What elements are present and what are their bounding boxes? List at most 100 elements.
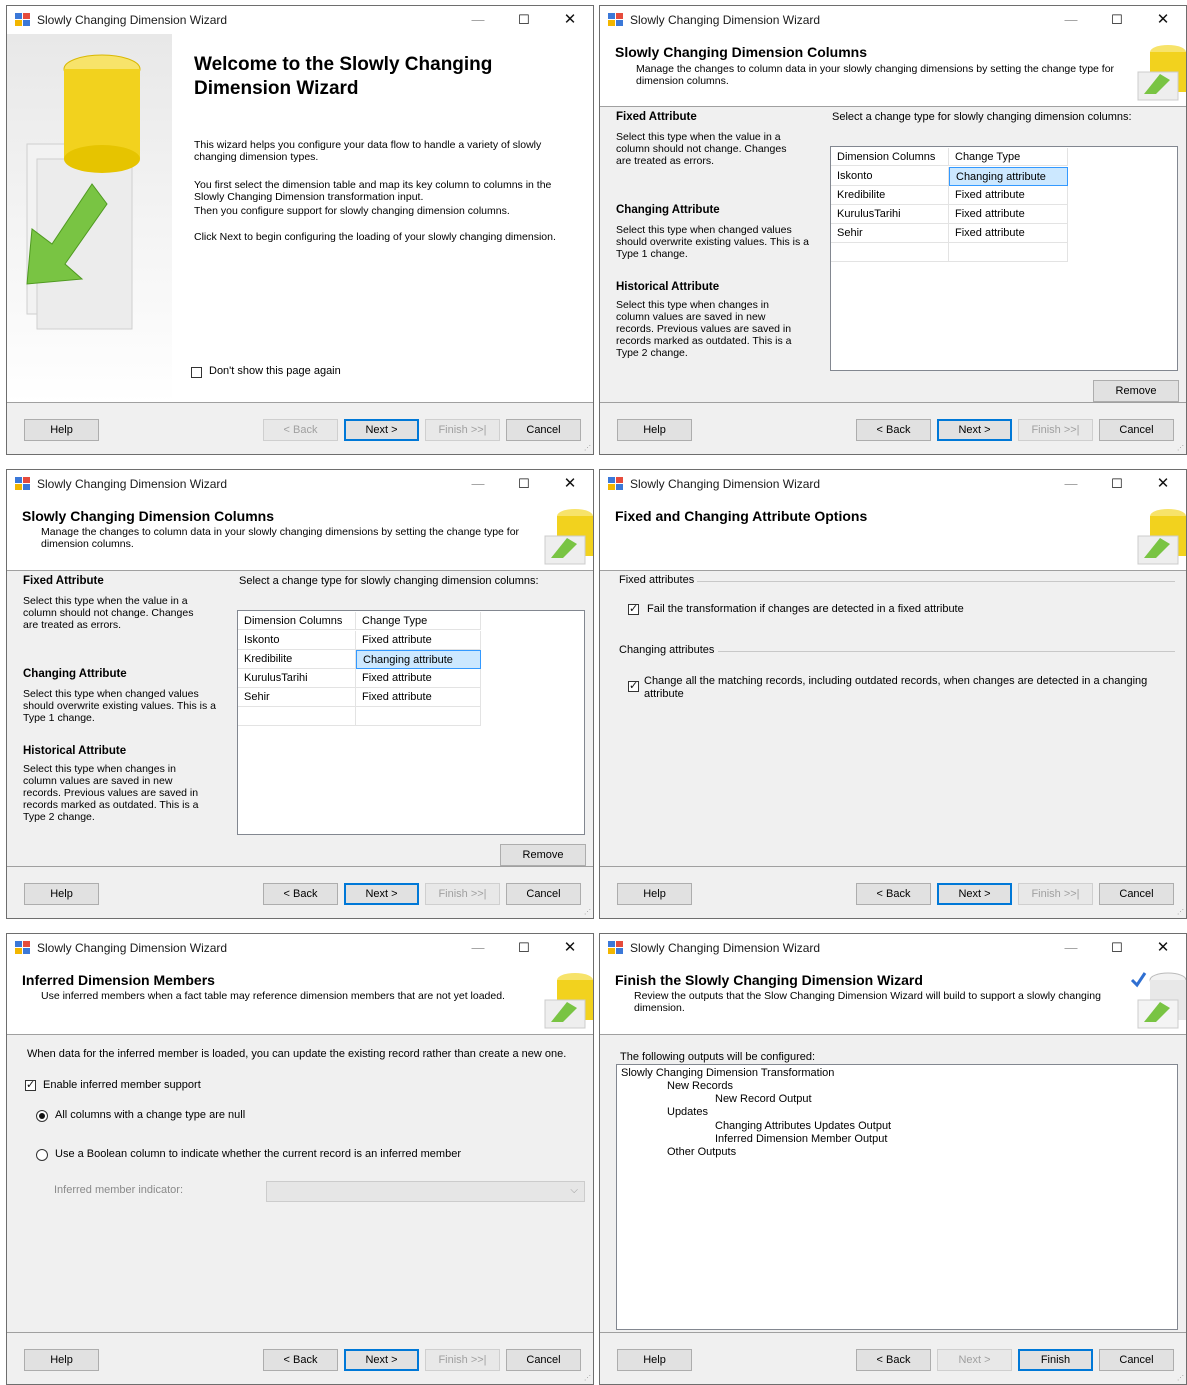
dimension-columns-grid[interactable]: Dimension Columns Change Type Iskonto Fi… <box>237 610 585 835</box>
cancel-button[interactable]: Cancel <box>1099 419 1174 441</box>
column-header-dimension[interactable]: Dimension Columns <box>238 612 356 630</box>
fail-on-fixed-change-label[interactable]: Fail the transformation if changes are d… <box>647 603 964 615</box>
finish-button[interactable]: Finish <box>1018 1349 1093 1371</box>
title-bar[interactable]: Slowly Changing Dimension Wizard — ☐ ✕ <box>7 934 593 962</box>
next-button[interactable]: Next > <box>344 419 419 441</box>
column-header-change-type[interactable]: Change Type <box>949 148 1068 166</box>
next-button[interactable]: Next > <box>344 883 419 905</box>
title-bar[interactable]: Slowly Changing Dimension Wizard — ☐ ✕ <box>600 470 1186 498</box>
resize-grip-icon[interactable]: ⋰ <box>1177 445 1185 453</box>
minimize-button[interactable]: — <box>455 6 501 34</box>
grid-new-row[interactable] <box>831 243 949 262</box>
grid-cell-column[interactable]: Kredibilite <box>238 650 356 669</box>
change-all-records-checkbox[interactable] <box>628 679 639 692</box>
back-button[interactable]: < Back <box>856 883 931 905</box>
next-button[interactable]: Next > <box>937 883 1012 905</box>
resize-grip-icon[interactable]: ⋰ <box>584 909 592 917</box>
cancel-button[interactable]: Cancel <box>1099 883 1174 905</box>
maximize-button[interactable]: ☐ <box>501 934 547 962</box>
dont-show-label[interactable]: Don't show this page again <box>209 365 341 377</box>
grid-cell-change-type[interactable]: Fixed attribute <box>949 205 1068 224</box>
column-header-change-type[interactable]: Change Type <box>356 612 481 630</box>
enable-inferred-checkbox[interactable] <box>25 1078 36 1091</box>
grid-cell-column[interactable]: Sehir <box>831 224 949 243</box>
title-bar[interactable]: Slowly Changing Dimension Wizard — ☐ ✕ <box>7 6 593 34</box>
help-button[interactable]: Help <box>617 1349 692 1371</box>
grid-cell-change-type[interactable]: Fixed attribute <box>356 669 481 688</box>
minimize-button[interactable]: — <box>1048 934 1094 962</box>
back-button[interactable]: < Back <box>263 883 338 905</box>
title-bar[interactable]: Slowly Changing Dimension Wizard — ☐ ✕ <box>600 6 1186 34</box>
grid-new-row[interactable] <box>949 243 1068 262</box>
remove-button[interactable]: Remove <box>1093 380 1179 402</box>
title-bar[interactable]: Slowly Changing Dimension Wizard — ☐ ✕ <box>600 934 1186 962</box>
finish-button[interactable]: Finish >>| <box>425 1349 500 1371</box>
resize-grip-icon[interactable]: ⋰ <box>584 445 592 453</box>
dimension-columns-grid[interactable]: Dimension Columns Change Type Iskonto Ch… <box>830 146 1178 371</box>
close-button[interactable]: ✕ <box>1140 6 1186 34</box>
help-button[interactable]: Help <box>24 419 99 441</box>
resize-grip-icon[interactable]: ⋰ <box>1177 909 1185 917</box>
cancel-button[interactable]: Cancel <box>1099 1349 1174 1371</box>
close-button[interactable]: ✕ <box>547 470 593 498</box>
next-button[interactable]: Next > <box>344 1349 419 1371</box>
close-button[interactable]: ✕ <box>1140 934 1186 962</box>
dont-show-checkbox[interactable] <box>191 367 202 378</box>
maximize-button[interactable]: ☐ <box>501 470 547 498</box>
close-button[interactable]: ✕ <box>1140 470 1186 498</box>
help-button[interactable]: Help <box>24 883 99 905</box>
all-columns-null-label[interactable]: All columns with a change type are null <box>55 1109 245 1121</box>
grid-cell-change-type[interactable]: Fixed attribute <box>949 186 1068 205</box>
grid-cell-column[interactable]: Sehir <box>238 688 356 707</box>
change-all-records-label-cont[interactable]: attribute <box>644 688 684 700</box>
next-button[interactable]: Next > <box>937 419 1012 441</box>
back-button[interactable]: < Back <box>263 1349 338 1371</box>
enable-inferred-label[interactable]: Enable inferred member support <box>43 1079 201 1091</box>
boolean-column-radio[interactable] <box>36 1149 48 1161</box>
grid-cell-column[interactable]: Iskonto <box>238 631 356 650</box>
back-button[interactable]: < Back <box>856 1349 931 1371</box>
all-columns-null-radio[interactable] <box>36 1110 48 1122</box>
minimize-button[interactable]: — <box>455 934 501 962</box>
close-button[interactable]: ✕ <box>547 934 593 962</box>
help-button[interactable]: Help <box>617 883 692 905</box>
help-button[interactable]: Help <box>617 419 692 441</box>
minimize-button[interactable]: — <box>1048 6 1094 34</box>
grid-cell-change-type[interactable]: Changing attribute <box>356 650 481 669</box>
change-all-records-label[interactable]: Change all the matching records, includi… <box>644 675 1147 687</box>
outputs-list[interactable]: Slowly Changing Dimension Transformation… <box>616 1064 1178 1330</box>
help-button[interactable]: Help <box>24 1349 99 1371</box>
grid-new-row[interactable] <box>356 707 481 726</box>
maximize-button[interactable]: ☐ <box>1094 470 1140 498</box>
grid-cell-change-type[interactable]: Changing attribute <box>949 167 1068 186</box>
grid-cell-column[interactable]: Kredibilite <box>831 186 949 205</box>
cancel-button[interactable]: Cancel <box>506 419 581 441</box>
title-bar[interactable]: Slowly Changing Dimension Wizard — ☐ ✕ <box>7 470 593 498</box>
grid-cell-column[interactable]: Iskonto <box>831 167 949 186</box>
back-button[interactable]: < Back <box>263 419 338 441</box>
maximize-button[interactable]: ☐ <box>501 6 547 34</box>
column-header-dimension[interactable]: Dimension Columns <box>831 148 949 166</box>
resize-grip-icon[interactable]: ⋰ <box>1177 1375 1185 1383</box>
resize-grip-icon[interactable]: ⋰ <box>584 1375 592 1383</box>
cancel-button[interactable]: Cancel <box>506 883 581 905</box>
grid-cell-column[interactable]: KurulusTarihi <box>831 205 949 224</box>
grid-cell-change-type[interactable]: Fixed attribute <box>356 688 481 707</box>
close-button[interactable]: ✕ <box>547 6 593 34</box>
finish-button[interactable]: Finish >>| <box>425 883 500 905</box>
finish-button[interactable]: Finish >>| <box>1018 419 1093 441</box>
maximize-button[interactable]: ☐ <box>1094 934 1140 962</box>
grid-cell-change-type[interactable]: Fixed attribute <box>949 224 1068 243</box>
indicator-select[interactable]: ⌵ <box>266 1181 585 1202</box>
boolean-column-label[interactable]: Use a Boolean column to indicate whether… <box>55 1148 461 1160</box>
minimize-button[interactable]: — <box>455 470 501 498</box>
fail-on-fixed-change-checkbox[interactable] <box>628 602 639 615</box>
grid-cell-column[interactable]: KurulusTarihi <box>238 669 356 688</box>
cancel-button[interactable]: Cancel <box>506 1349 581 1371</box>
remove-button[interactable]: Remove <box>500 844 586 866</box>
finish-button[interactable]: Finish >>| <box>1018 883 1093 905</box>
back-button[interactable]: < Back <box>856 419 931 441</box>
minimize-button[interactable]: — <box>1048 470 1094 498</box>
finish-button[interactable]: Finish >>| <box>425 419 500 441</box>
maximize-button[interactable]: ☐ <box>1094 6 1140 34</box>
